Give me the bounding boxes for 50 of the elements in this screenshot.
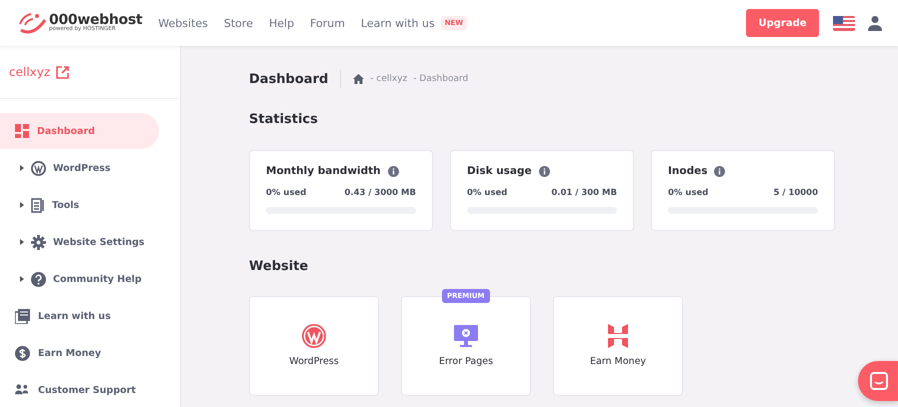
chat-icon: [870, 372, 888, 390]
nav-link[interactable]: Websites: [158, 16, 208, 30]
sidebar-item[interactable]: WordPress: [0, 150, 159, 186]
usage-amount: 0.43 / 3000 MB: [344, 188, 416, 198]
monitor-error-icon: [454, 324, 478, 348]
usage-amount: 5 / 10000: [773, 188, 818, 198]
help-icon: [31, 272, 46, 286]
info-icon[interactable]: [388, 166, 399, 176]
wordpress-icon: [31, 160, 46, 176]
info-icon[interactable]: [714, 166, 726, 176]
logo-name: 000webhost: [49, 13, 142, 28]
usage-percent: 0% used: [467, 188, 508, 198]
sidebar-item[interactable]: Customer Support: [0, 372, 159, 407]
wordpress-icon: [302, 324, 326, 348]
usage-amount: 0.01 / 300 MB: [551, 188, 617, 198]
people-icon: [15, 382, 30, 398]
breadcrumb-link[interactable]: - cellxyz: [370, 74, 408, 84]
h-logo-icon: [608, 324, 628, 348]
nav-link[interactable]: Forum: [310, 16, 345, 30]
flag-icon[interactable]: [833, 16, 855, 30]
sidebar-item[interactable]: Tools: [0, 187, 159, 223]
user-icon[interactable]: [867, 15, 883, 31]
sidebar-item[interactable]: Website Settings: [0, 224, 159, 260]
home-icon[interactable]: [353, 74, 364, 84]
stat-title: Monthly bandwidth: [266, 165, 381, 177]
external-link-icon[interactable]: [56, 66, 70, 78]
dashboard-icon: [15, 124, 29, 138]
settings-icon: [31, 234, 46, 250]
website-tile[interactable]: Earn Money: [553, 296, 683, 396]
sidebar-item[interactable]: Community Help: [0, 261, 159, 297]
chat-button[interactable]: [858, 361, 898, 401]
usage-percent: 0% used: [266, 188, 306, 198]
breadcrumb-link[interactable]: - Dashboard: [413, 74, 468, 84]
sidebar-item[interactable]: Learn with us: [0, 298, 159, 334]
book-icon: [15, 308, 30, 324]
usage-percent: 0% used: [668, 188, 708, 198]
website-tile[interactable]: WordPress: [249, 296, 379, 396]
sidebar-item[interactable]: Earn Money: [0, 335, 159, 371]
section-heading: Statistics: [249, 112, 319, 129]
page-title: Dashboard: [249, 72, 328, 86]
nav-link[interactable]: Store: [224, 16, 253, 30]
site-name[interactable]: cellxyz: [9, 65, 50, 79]
dollar-icon: [15, 346, 30, 360]
list-icon: [31, 198, 45, 212]
nav-link[interactable]: Help: [268, 16, 294, 30]
section-heading: Website: [249, 259, 310, 276]
stat-title: Inodes: [668, 165, 708, 177]
logo-swirl-icon: [17, 10, 47, 36]
info-icon[interactable]: [538, 166, 550, 176]
stat-title: Disk usage: [467, 165, 532, 177]
